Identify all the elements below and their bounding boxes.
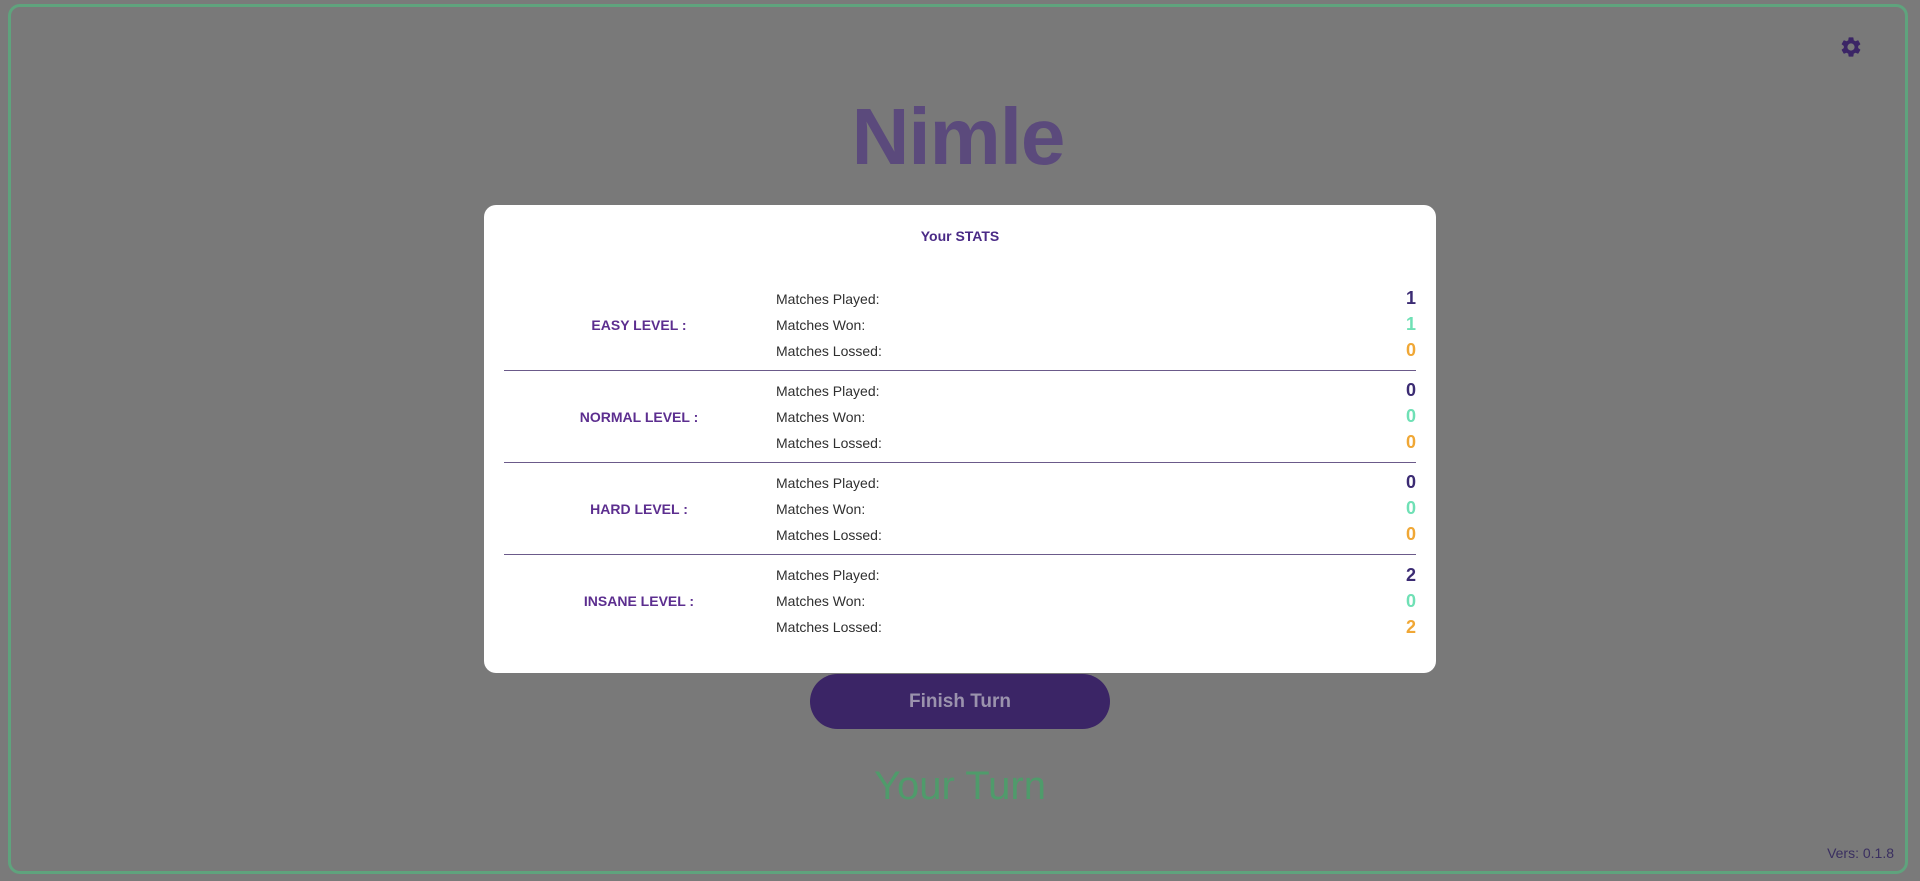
stat-value: 0 (1405, 524, 1416, 544)
stat-row: Matches Played: 0 (776, 470, 1416, 496)
stat-value: 2 (1405, 616, 1416, 637)
stat-label: Matches Played: (776, 567, 880, 583)
stat-value: 0 (1405, 590, 1416, 611)
stat-label: Matches Won: (776, 316, 866, 333)
level-name: INSANE LEVEL : (583, 593, 695, 609)
stat-value: 0 (1405, 406, 1416, 426)
stat-row: Matches Won: 1 (776, 312, 1416, 338)
stat-value: 1 (1405, 314, 1416, 334)
stat-label: Matches Played: (776, 474, 880, 491)
app-title: Nimle (851, 92, 1066, 181)
level-name: EASY LEVEL : (591, 316, 687, 333)
version-label: Vers: 0.1.8 (1827, 845, 1894, 861)
stat-value: 0 (1405, 472, 1416, 492)
stats-levels: EASY LEVEL : Matches Played: 1 Matches Won:… (504, 279, 1416, 647)
stat-row: Matches Won: 0 (776, 404, 1416, 430)
stat-value: 0 (1405, 340, 1416, 360)
level-name: HARD LEVEL : (590, 500, 688, 517)
stat-row: Matches Played: 2 (776, 562, 1416, 588)
stats-title: Your STATS (920, 228, 1000, 244)
stat-row: Matches Played: 1 (776, 286, 1416, 312)
level-name: NORMAL LEVEL : (579, 408, 699, 425)
stat-label: Matches Won: (776, 500, 866, 517)
stat-value: 0 (1405, 432, 1416, 452)
stat-row: Matches Lossed: 0 (776, 522, 1416, 548)
gear-icon[interactable] (1839, 35, 1863, 59)
stat-value: 0 (1405, 498, 1416, 518)
stat-value: 0 (1405, 380, 1416, 400)
stat-row: Matches Won: 0 (776, 588, 1416, 614)
turn-status: Your Turn (874, 764, 1046, 808)
stat-label: Matches Lossed: (776, 434, 882, 451)
level-rows: Matches Played: 0 Matches Won: 0 Matches Los… (774, 378, 1416, 456)
stat-row: Matches Won: 0 (776, 496, 1416, 522)
level-rows: Matches Played: 2 Matches Won: 0 Matches Los… (774, 562, 1416, 640)
stat-value: 2 (1405, 564, 1416, 585)
level-rows: Matches Played: 1 Matches Won: 1 Matches Los… (774, 286, 1416, 364)
stats-level-3: INSANE LEVEL : Matches Played: 2 Matches Wo… (504, 555, 1416, 647)
finish-turn-button[interactable]: Finish Turn (810, 674, 1110, 729)
stats-level-2: HARD LEVEL : Matches Played: 0 Matches Won:… (504, 463, 1416, 555)
stat-label: Matches Won: (776, 593, 866, 609)
level-rows: Matches Played: 0 Matches Won: 0 Matches Los… (774, 470, 1416, 548)
stat-row: Matches Lossed: 2 (776, 614, 1416, 640)
stat-row: Matches Lossed: 0 (776, 430, 1416, 456)
stat-label: Matches Lossed: (776, 342, 882, 359)
stats-level-1: NORMAL LEVEL : Matches Played: 0 Matches Wo… (504, 371, 1416, 463)
stat-label: Matches Won: (776, 408, 866, 425)
stat-row: Matches Played: 0 (776, 378, 1416, 404)
stat-label: Matches Played: (776, 382, 880, 399)
stat-row: Matches Lossed: 0 (776, 338, 1416, 364)
stats-level-0: EASY LEVEL : Matches Played: 1 Matches Won:… (504, 279, 1416, 371)
stat-label: Matches Lossed: (776, 619, 882, 635)
stat-label: Matches Lossed: (776, 526, 882, 543)
stat-label: Matches Played: (776, 290, 880, 307)
stat-value: 1 (1405, 288, 1416, 308)
stats-modal: Your STATS EASY LEVEL : Matches Played: 1 M… (484, 205, 1436, 673)
